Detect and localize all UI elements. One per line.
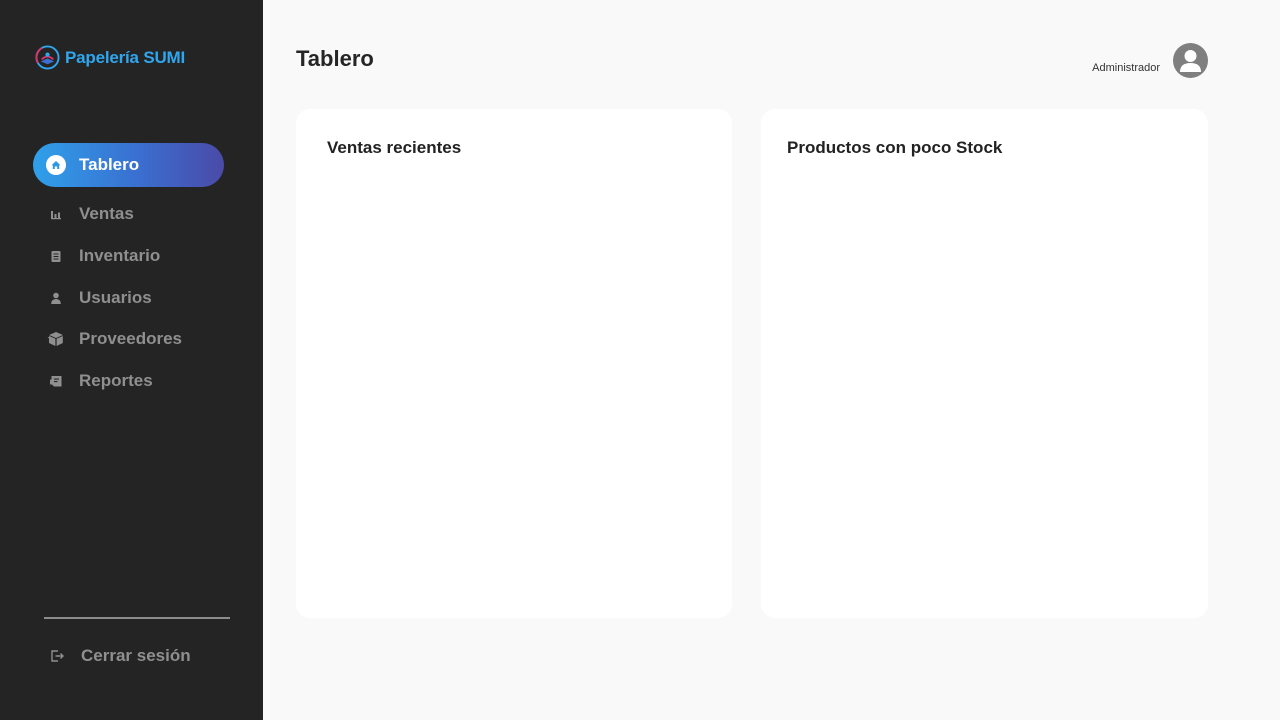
brand-name: Papelería SUMI [65, 47, 186, 67]
card-title: Productos con poco Stock [787, 138, 1003, 157]
sidebar-item-label: Usuarios [79, 288, 152, 307]
home-icon [45, 154, 67, 176]
sidebar-item-proveedores[interactable]: Proveedores [33, 317, 224, 361]
sidebar-item-reportes[interactable]: Reportes [33, 359, 224, 403]
sidebar: Papelería SUMI Tablero Ventas Inventario… [0, 0, 263, 720]
user-role: Administrador [1092, 61, 1160, 74]
sidebar-item-label: Tablero [79, 155, 140, 174]
avatar[interactable] [1173, 43, 1208, 78]
sidebar-item-inventario[interactable]: Inventario [33, 234, 224, 278]
bar-chart-icon [45, 203, 67, 225]
sidebar-divider [44, 617, 230, 619]
sidebar-item-label: Proveedores [79, 329, 182, 348]
brand-logo-icon [35, 45, 60, 70]
sidebar-item-label: Inventario [79, 246, 161, 265]
sidebar-item-tablero[interactable]: Tablero [33, 143, 224, 187]
recent-sales-card: Ventas recientes [296, 109, 732, 618]
brand[interactable]: Papelería SUMI [35, 45, 185, 70]
report-icon [45, 370, 67, 392]
logout-button[interactable]: Cerrar sesión [46, 641, 191, 671]
low-stock-card: Productos con poco Stock [761, 109, 1208, 618]
user-menu[interactable]: Administrador [1092, 43, 1208, 78]
user-icon [45, 287, 67, 309]
sidebar-item-ventas[interactable]: Ventas [33, 192, 224, 236]
sidebar-item-usuarios[interactable]: Usuarios [33, 276, 224, 320]
user-avatar-icon [1180, 50, 1201, 72]
logout-icon [46, 645, 68, 667]
sidebar-item-label: Reportes [79, 371, 153, 390]
page-title: Tablero [296, 46, 374, 71]
logout-label: Cerrar sesión [81, 646, 191, 665]
card-title: Ventas recientes [327, 138, 462, 157]
clipboard-list-icon [45, 245, 67, 267]
sidebar-item-label: Ventas [79, 204, 134, 223]
box-icon [45, 328, 67, 350]
